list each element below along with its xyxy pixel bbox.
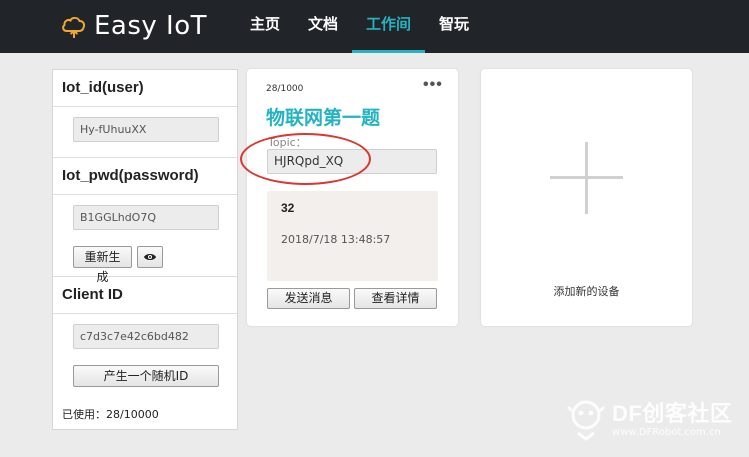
- add-device-card[interactable]: 添加新的设备: [481, 69, 692, 326]
- nav-item-play[interactable]: 智玩: [425, 0, 483, 53]
- topic-field[interactable]: HJRQpd_XQ: [267, 149, 437, 174]
- iot-pwd-section: B1GGLhdO7Q 重新生成: [53, 195, 237, 284]
- topic-label: Topic：: [268, 136, 307, 149]
- watermark-brand: DF创客社区: [612, 401, 733, 426]
- device-card: 28/1000 ••• 物联网第一题 Topic： HJRQpd_XQ 32 2…: [247, 69, 458, 326]
- watermark-url: www.DFRobot.com.cn: [612, 427, 721, 438]
- app-name: Easy IoT: [94, 11, 208, 41]
- more-options-icon[interactable]: •••: [423, 76, 443, 94]
- device-title: 物联网第一题: [266, 107, 381, 129]
- random-id-button[interactable]: 产生一个随机ID: [73, 365, 219, 387]
- dfrobot-logo-icon: [566, 400, 606, 441]
- dfrobot-watermark: DF创客社区 www.DFRobot.com.cn: [562, 389, 747, 447]
- cloud-icon: [62, 16, 86, 38]
- main-nav: 主页 文档 工作间 智玩: [236, 0, 483, 53]
- iot-id-field[interactable]: Hy-fUhuuXX: [73, 117, 219, 142]
- client-id-field[interactable]: c7d3c7e42c6bd482: [73, 324, 219, 349]
- usage-counter: 已使用：28/10000: [62, 408, 159, 421]
- last-message-time: 2018/7/18 13:48:57: [281, 233, 391, 246]
- nav-item-home[interactable]: 主页: [236, 0, 294, 53]
- iot-pwd-field[interactable]: B1GGLhdO7Q: [73, 205, 219, 230]
- logo[interactable]: Easy IoT: [60, 10, 207, 42]
- message-count: 28/1000: [266, 84, 304, 94]
- view-details-button[interactable]: 查看详情: [354, 288, 437, 309]
- add-device-label: 添加新的设备: [553, 285, 620, 298]
- nav-item-workspace[interactable]: 工作间: [352, 0, 426, 53]
- nav-item-docs[interactable]: 文档: [294, 0, 352, 53]
- regenerate-button[interactable]: 重新生成: [73, 246, 132, 284]
- iot-id-section: Hy-fUhuuXX: [53, 107, 237, 158]
- last-message-value: 32: [281, 201, 295, 215]
- top-bar: Easy IoT 主页 文档 工作间 智玩: [0, 0, 749, 53]
- pwd-actions: 重新生成: [73, 246, 237, 284]
- client-id-title: Client ID: [53, 277, 237, 314]
- plus-icon-bar: [550, 176, 623, 179]
- iot-id-title: Iot_id(user): [53, 70, 237, 107]
- eye-icon: [144, 254, 156, 260]
- send-message-button[interactable]: 发送消息: [267, 288, 350, 309]
- iot-pwd-title: Iot_pwd(password): [53, 158, 237, 195]
- last-message-box: 32 2018/7/18 13:48:57: [267, 191, 438, 281]
- client-id-section: c7d3c7e42c6bd482 产生一个随机ID: [53, 314, 237, 387]
- credentials-panel: Iot_id(user) Hy-fUhuuXX Iot_pwd(password…: [52, 69, 238, 430]
- toggle-password-button[interactable]: [137, 246, 163, 268]
